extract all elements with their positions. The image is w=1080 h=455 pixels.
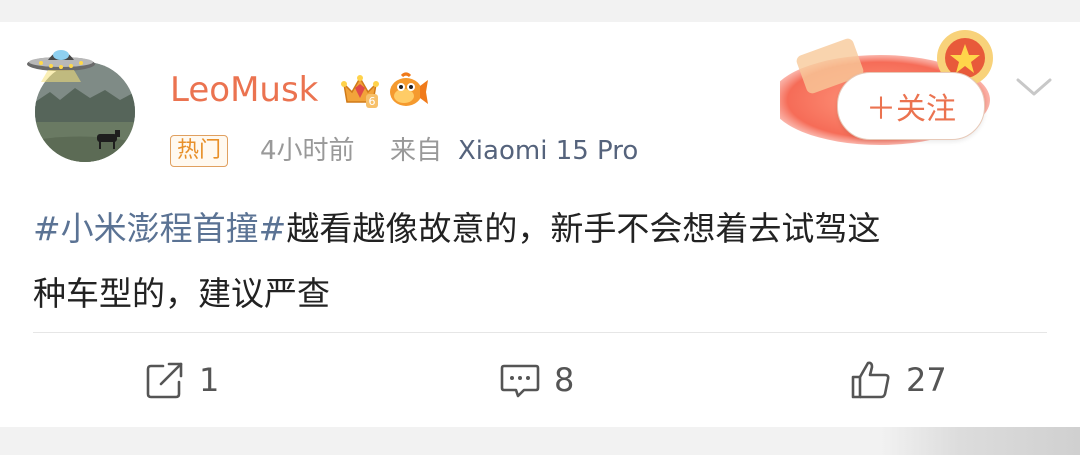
hashtag-link[interactable]: #小米澎程首撞# xyxy=(33,209,286,248)
post-content: #小米澎程首撞#越看越像故意的，新手不会想着去试驾这 种车型的，建议严查 xyxy=(33,196,1043,326)
scroll-fade xyxy=(880,427,1080,455)
divider xyxy=(33,332,1047,333)
follow-button[interactable]: ＋关注 xyxy=(837,72,985,140)
repost-icon xyxy=(146,362,183,399)
repost-count: 1 xyxy=(199,361,220,399)
username[interactable]: LeoMusk xyxy=(170,70,318,110)
post-time: 4小时前 xyxy=(260,136,355,166)
thumbs-up-icon xyxy=(851,361,890,399)
fish-icon[interactable] xyxy=(388,72,428,110)
repost-button[interactable]: 1 xyxy=(145,358,219,402)
comment-icon xyxy=(500,364,540,398)
content-line-1: #小米澎程首撞#越看越像故意的，新手不会想着去试驾这 xyxy=(33,196,1043,261)
source-device[interactable]: Xiaomi 15 Pro xyxy=(458,134,638,168)
ufo-icon xyxy=(27,50,95,82)
like-count: 27 xyxy=(906,361,947,399)
svg-text:6: 6 xyxy=(369,95,376,108)
content-text: 越看越像故意的，新手不会想着去试驾这 xyxy=(286,209,881,248)
chevron-down-icon[interactable] xyxy=(1014,74,1054,100)
crown-icon[interactable]: 6 xyxy=(340,70,380,110)
content-line-2: 种车型的，建议严查 xyxy=(33,274,330,313)
hot-tag[interactable]: 热门 xyxy=(170,135,229,167)
comment-count: 8 xyxy=(554,361,575,399)
comment-button[interactable]: 8 xyxy=(500,358,574,402)
like-button[interactable]: 27 xyxy=(850,358,947,402)
source-label: 来自 xyxy=(390,136,443,166)
